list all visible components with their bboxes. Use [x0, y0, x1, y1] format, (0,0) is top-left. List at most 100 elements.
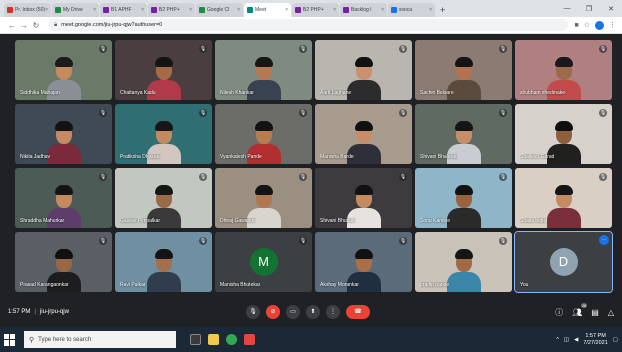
browser-tab[interactable]: My Drive ×: [52, 3, 99, 17]
maximize-button[interactable]: ❐: [578, 5, 600, 13]
participant-tile[interactable]: Nilesh Khankar 🎙︎: [215, 40, 312, 100]
tab-close-icon[interactable]: ×: [141, 7, 144, 13]
browser-tab[interactable]: Google Cl ×: [196, 3, 243, 17]
participant-tile[interactable]: Siddhika Mahajan 🎙︎: [15, 40, 112, 100]
participant-video: [146, 246, 181, 292]
participant-tile[interactable]: pradip pande 🎙︎: [415, 232, 512, 292]
tab-close-icon[interactable]: ×: [333, 7, 336, 13]
profile-avatar[interactable]: [595, 20, 604, 30]
meeting-control-bar: 1:57 PM | jiu-jrpu-qjw 🎙︎ ⊘ ▭ ⬆ ⋮ ☎ ⓘ 👥︎…: [0, 300, 622, 324]
participant-tile[interactable]: Aarti Laghane 🎙︎: [315, 40, 412, 100]
address-bar[interactable]: 🔒︎ meet.google.com/jiu-jrpu-qjw?authuser…: [48, 19, 569, 31]
tab-close-icon[interactable]: ×: [189, 7, 192, 13]
chrome-icon[interactable]: [226, 334, 237, 345]
leave-call-button[interactable]: ☎: [346, 305, 370, 319]
participant-name: Sachin Belsare: [420, 90, 454, 96]
more-icon: ⋮: [330, 309, 336, 315]
participant-name: Shivani Bhalerao: [420, 154, 458, 160]
call-controls: 🎙︎ ⊘ ▭ ⬆ ⋮ ☎: [246, 305, 370, 319]
participant-tile[interactable]: shubham shedmake 🎙︎: [515, 40, 612, 100]
participant-name: Gaurav Pimpalkar: [120, 218, 161, 224]
participant-tile[interactable]: D You ⋯: [514, 231, 613, 293]
browser-tab[interactable]: B2 PHP+ ×: [292, 3, 339, 17]
browser-tab[interactable]: B1 APHF ×: [100, 3, 147, 17]
participant-tile[interactable]: Gaurav Pimpalkar 🎙︎: [115, 168, 212, 228]
participant-grid: Siddhika Mahajan 🎙︎ Chaitanya Kadu 🎙︎ Nilesh…: [15, 40, 613, 296]
participant-tile[interactable]: Shaila Ingle 🎙︎: [515, 168, 612, 228]
participant-tile[interactable]: M Manisha Bhutekar 🎙︎: [215, 232, 312, 292]
taskbar-search-input[interactable]: ⚲ Type here to search: [24, 331, 176, 348]
present-button[interactable]: ⬆: [306, 305, 320, 319]
tab-close-icon[interactable]: ×: [237, 7, 240, 13]
captions-icon: ▭: [290, 309, 296, 315]
forward-icon[interactable]: →: [18, 21, 30, 30]
network-icon[interactable]: ◫: [564, 337, 569, 343]
reload-icon[interactable]: ↻: [30, 21, 42, 30]
tray-chevron-icon[interactable]: ^: [556, 337, 559, 343]
close-window-button[interactable]: ✕: [600, 5, 622, 13]
participant-tile[interactable]: Sonu Kamble 🎙︎: [415, 168, 512, 228]
windows-start-icon[interactable]: [4, 333, 16, 346]
camera-toggle-button[interactable]: ⊘: [266, 305, 280, 319]
tab-close-icon[interactable]: ×: [285, 7, 288, 13]
tile-more-options-button[interactable]: ⋯: [599, 235, 609, 245]
hangup-icon: ☎: [354, 309, 362, 315]
participant-tile[interactable]: Vyankatesh Pande 🎙︎: [215, 104, 312, 164]
muted-mic-icon: 🎙︎: [199, 237, 207, 245]
volume-icon[interactable]: ◀: [574, 337, 578, 343]
browser-tab[interactable]: Pr. Inbox (50) ×: [4, 3, 51, 17]
browser-tab[interactable]: Meet ×: [244, 3, 291, 17]
participant-tile[interactable]: Dhiraj Gawande 🎙︎: [215, 168, 312, 228]
browser-tab-strip: Pr. Inbox (50) × My Drive × B1 APHF × B2 PHP+ ×…: [0, 0, 622, 17]
participant-tile[interactable]: Shraddha Mahurkar 🎙︎: [15, 168, 112, 228]
muted-mic-icon: 🎙︎: [499, 109, 507, 117]
participant-tile[interactable]: Prasad Karangaonkar 🎙︎: [15, 232, 112, 292]
new-tab-button[interactable]: +: [440, 3, 445, 17]
browser-menu-icon[interactable]: ⋮: [609, 21, 616, 29]
taskbar-clock[interactable]: 1:57 PM 7/27/2021: [583, 333, 607, 347]
screen: Pr. Inbox (50) × My Drive × B1 APHF × B2 PHP+ ×…: [0, 0, 622, 352]
muted-mic-icon: 🎙︎: [399, 173, 407, 181]
task-view-icon[interactable]: [190, 334, 201, 345]
tab-close-icon[interactable]: ×: [429, 7, 432, 13]
participant-tile[interactable]: Nikita Jadhav 🎙︎: [15, 104, 112, 164]
captions-button[interactable]: ▭: [286, 305, 300, 319]
mic-button[interactable]: 🎙︎: [246, 305, 260, 319]
tab-close-icon[interactable]: ×: [93, 7, 96, 13]
search-icon: ⚲: [29, 336, 35, 344]
file-explorer-icon[interactable]: [208, 334, 219, 345]
back-icon[interactable]: ←: [6, 21, 18, 30]
participant-tile[interactable]: Manisha Barde 🎙︎: [315, 104, 412, 164]
muted-mic-icon: 🎙︎: [199, 45, 207, 53]
participant-name: Dhiraj Gawande: [220, 218, 256, 224]
participant-tile[interactable]: Shivani Bhusare 🎙︎: [315, 168, 412, 228]
info-icon[interactable]: ⓘ: [555, 307, 563, 318]
browser-tab[interactable]: B2 PHP+ ×: [148, 3, 195, 17]
participant-tile[interactable]: Ravi Palkar 🎙︎: [115, 232, 212, 292]
tab-close-icon[interactable]: ×: [381, 7, 384, 13]
muted-mic-icon: 🎙︎: [299, 173, 307, 181]
activities-icon[interactable]: △: [608, 308, 614, 317]
participant-tile[interactable]: Akshay Morankar 🎙︎: [315, 232, 412, 292]
bookmark-star-icon[interactable]: ☆: [584, 21, 590, 29]
toolbar-actions: ■ ☆ ⋮: [574, 20, 616, 30]
chat-icon[interactable]: ▤: [591, 308, 599, 317]
participant-tile[interactable]: Chaitanya Kadu 🎙︎: [115, 40, 212, 100]
camera-indicator-icon[interactable]: ■: [574, 22, 578, 29]
tab-favicon-icon: [151, 7, 157, 13]
notifications-icon[interactable]: ▢: [613, 337, 618, 343]
participant-name: Akshay Morankar: [320, 282, 359, 288]
more-options-button[interactable]: ⋮: [326, 305, 340, 319]
minimize-button[interactable]: —: [556, 5, 578, 12]
browser-tab[interactable]: ssoca ×: [388, 3, 435, 17]
people-icon[interactable]: 👥︎ 26: [572, 302, 588, 317]
muted-mic-icon: 🎙︎: [99, 173, 107, 181]
participant-tile[interactable]: Pratiksha Dhakate 🎙︎: [115, 104, 212, 164]
participant-name: shubham shedmake: [520, 90, 566, 96]
browser-tab[interactable]: Backlog I ×: [340, 3, 387, 17]
app-icon[interactable]: [244, 334, 255, 345]
participant-tile[interactable]: Shivani Bhalerao 🎙︎: [415, 104, 512, 164]
participant-tile[interactable]: Shailesh Garad 🎙︎: [515, 104, 612, 164]
participant-tile[interactable]: Sachin Belsare 🎙︎: [415, 40, 512, 100]
tab-close-icon[interactable]: ×: [45, 7, 48, 13]
